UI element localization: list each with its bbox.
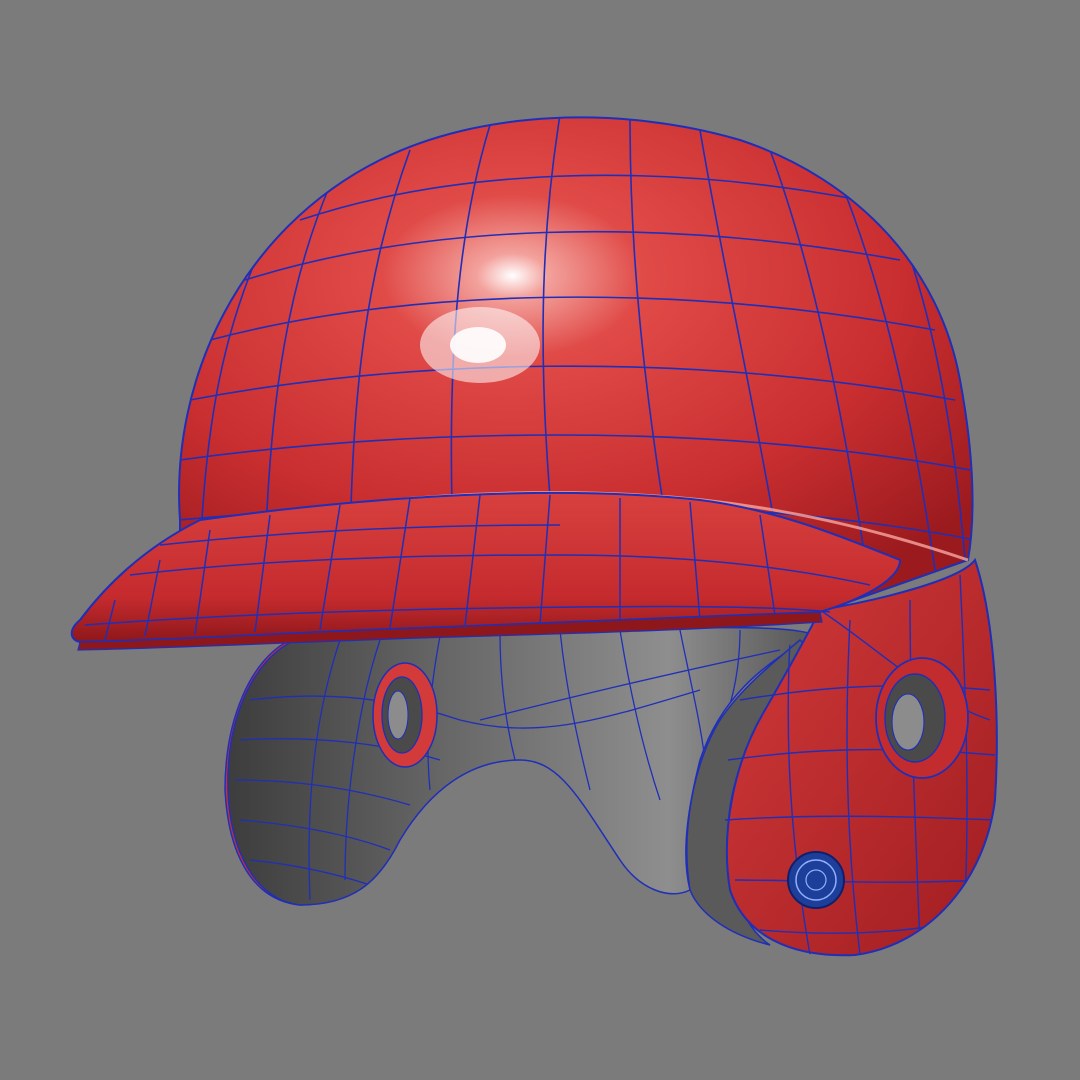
left-ear-hole <box>372 662 438 768</box>
logo-badge <box>787 851 845 909</box>
right-ear-hole <box>875 657 969 779</box>
3d-viewport[interactable] <box>0 0 1080 1080</box>
helmet-render <box>70 116 998 957</box>
